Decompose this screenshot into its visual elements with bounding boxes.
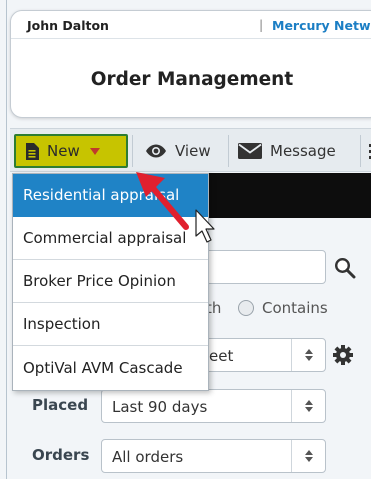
mouse-cursor-icon <box>195 209 215 243</box>
annotation-arrow-icon <box>136 172 189 230</box>
annotation-overlay <box>136 172 215 243</box>
